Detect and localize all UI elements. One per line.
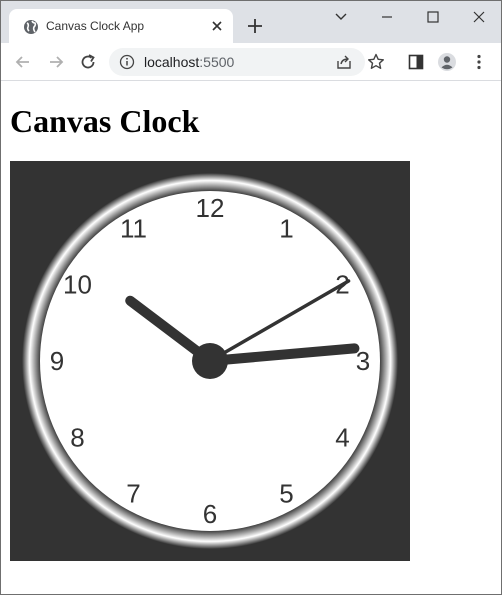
plus-icon[interactable] [245, 16, 265, 36]
clock-number-7: 7 [126, 479, 140, 509]
clock-center-cap [192, 343, 228, 379]
url-host: localhost [144, 54, 200, 70]
kebab-menu-icon[interactable] [469, 52, 489, 72]
browser-toolbar: localhost:5500 [1, 43, 501, 81]
clock-number-6: 6 [203, 499, 217, 529]
profile-icon[interactable] [437, 52, 457, 72]
clock-number-11: 11 [120, 213, 147, 243]
forward-arrow-icon[interactable] [46, 52, 66, 72]
reload-icon[interactable] [78, 52, 98, 72]
clock-number-8: 8 [70, 423, 84, 453]
info-icon[interactable] [119, 54, 135, 70]
url-port: :5500 [199, 54, 235, 70]
close-icon[interactable] [209, 18, 225, 34]
clock-number-10: 10 [63, 270, 92, 300]
star-icon[interactable] [366, 52, 386, 72]
clock-number-9: 9 [50, 346, 64, 376]
browser-window: Canvas Clock App localhost:5500 Canvas C… [0, 0, 502, 595]
clock-number-5: 5 [279, 479, 293, 509]
clock-number-4: 4 [335, 423, 349, 453]
close-window-icon[interactable] [469, 7, 489, 27]
clock-number-1: 1 [279, 213, 293, 243]
clock-svg: 121234567891011 [22, 173, 398, 549]
globe-icon [24, 20, 38, 34]
url-text[interactable]: localhost:5500 [144, 54, 234, 70]
share-icon[interactable] [335, 53, 353, 71]
clock-canvas: 121234567891011 [10, 161, 410, 561]
maximize-icon[interactable] [423, 7, 443, 27]
tab-title: Canvas Clock App [46, 19, 145, 33]
page-title: Canvas Clock [10, 103, 200, 139]
chevron-down-icon[interactable] [331, 7, 351, 27]
clock-number-12: 12 [196, 193, 225, 223]
side-panel-icon[interactable] [406, 52, 426, 72]
title-bar: Canvas Clock App [1, 1, 501, 43]
minimize-icon[interactable] [377, 7, 397, 27]
address-bar[interactable]: localhost:5500 [109, 48, 365, 76]
page-content: Canvas Clock 121234567891011 [1, 81, 501, 594]
back-arrow-icon[interactable] [13, 52, 33, 72]
browser-tab[interactable]: Canvas Clock App [9, 9, 233, 43]
